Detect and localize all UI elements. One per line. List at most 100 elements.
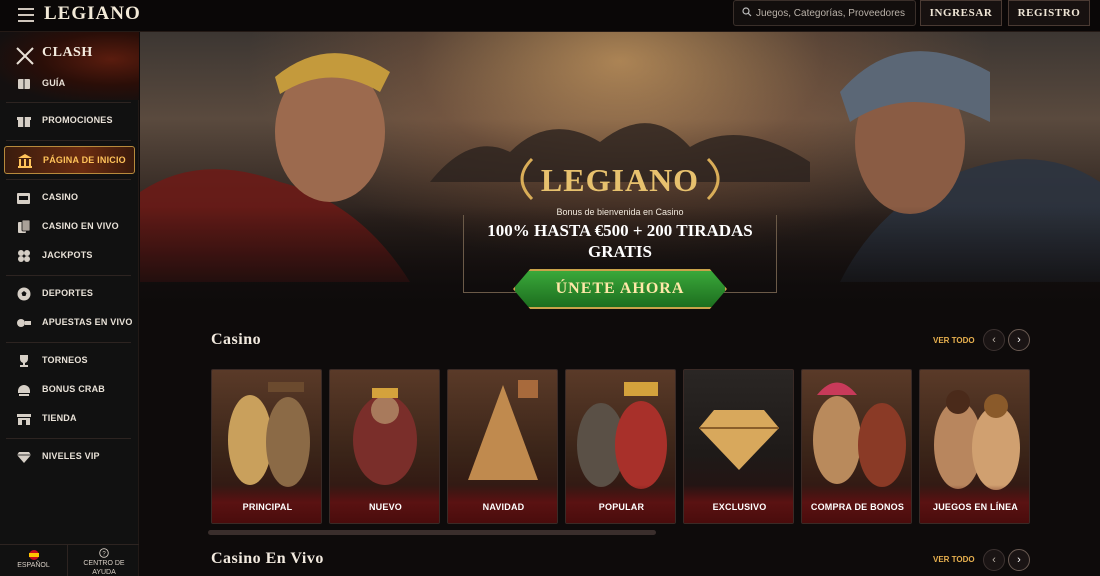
card-label: JUEGOS EN LÍNEA (932, 502, 1018, 512)
chevron-left-icon: ‹ (992, 554, 996, 566)
chevron-left-icon: ‹ (992, 334, 996, 346)
carousel-scrollbar[interactable] (208, 530, 656, 535)
card-artwork (813, 382, 906, 487)
slot-machine-icon (17, 193, 30, 204)
divider (6, 140, 131, 141)
casino-see-all-link[interactable]: VER TODO (933, 336, 975, 345)
join-now-button[interactable]: ÚNETE AHORA (513, 269, 727, 309)
sidebar-item-casino[interactable]: CASINO (0, 186, 139, 210)
sidebar-item-guide[interactable]: GUÍA (0, 72, 139, 96)
gift-icon (17, 117, 31, 127)
card-artwork (699, 410, 779, 470)
sidebar-item-label: JACKPOTS (42, 250, 93, 260)
sidebar-item-shop[interactable]: TIENDA (0, 407, 139, 431)
chevron-right-icon: › (1017, 334, 1021, 346)
card-artwork (468, 380, 538, 480)
sidebar-item-jackpots[interactable]: JACKPOTS (0, 244, 139, 268)
hero-logo: LEGIANO (540, 162, 700, 198)
hero-promo: 100% HASTA €500 + 200 TIRADAS GRATIS (470, 220, 770, 262)
shop-icon (17, 414, 31, 425)
hero-banner: LEGIANO Bonus de bienvenida en Casino 10… (140, 32, 1100, 322)
category-card-compra-de-bonos[interactable]: COMPRA DE BONOS (801, 369, 912, 524)
divider (6, 342, 131, 343)
sidebar-item-tournaments[interactable]: TORNEOS (0, 349, 139, 373)
card-label: PRINCIPAL (242, 502, 293, 512)
diamond-icon (17, 452, 31, 463)
sidebar-item-label: PROMOCIONES (42, 115, 113, 125)
sidebar-item-label: PÁGINA DE INICIO (43, 155, 126, 165)
sidebar: CLASH GUÍA PROMOCIONES PÁGINA DE INICIO … (0, 32, 139, 576)
sidebar-item-label: DEPORTES (42, 288, 94, 298)
search-icon (742, 7, 752, 17)
category-card-popular[interactable]: POPULAR (565, 369, 676, 524)
clover-icon (18, 250, 30, 262)
help-label-line2: AYUDA (92, 569, 116, 576)
sidebar-item-vip-levels[interactable]: NIVELES VIP (0, 445, 139, 469)
search-input[interactable] (756, 4, 911, 22)
hero-subtitle: Bonus de bienvenida en Casino (556, 207, 684, 217)
card-artwork (577, 382, 667, 489)
card-artwork (228, 382, 310, 487)
spain-flag-icon (28, 550, 39, 560)
site-logo[interactable]: LEGIANO (44, 3, 141, 25)
casino-prev-button[interactable]: ‹ (983, 329, 1005, 351)
help-label-line1: CENTRO DE (83, 560, 125, 567)
book-icon (18, 79, 30, 89)
divider (6, 438, 131, 439)
crossed-swords-icon (16, 47, 34, 65)
ball-icon (17, 287, 31, 301)
promo-line-2: GRATIS (588, 242, 652, 261)
live-casino-prev-button[interactable]: ‹ (983, 549, 1005, 571)
sidebar-item-bonus-crab[interactable]: BONUS CRAB (0, 378, 139, 402)
help-center-link[interactable]: ? CENTRO DE AYUDA (69, 545, 139, 576)
sidebar-footer: ESPAÑOL ? CENTRO DE AYUDA (0, 544, 139, 576)
card-label: COMPRA DE BONOS (810, 502, 905, 512)
live-casino-next-button[interactable]: › (1008, 549, 1030, 571)
sidebar-item-live-betting[interactable]: APUESTAS EN VIVO (0, 311, 139, 335)
category-card-nuevo[interactable]: NUEVO (329, 369, 440, 524)
sidebar-item-promotions[interactable]: PROMOCIONES (0, 109, 139, 133)
casino-next-button[interactable]: › (1008, 329, 1030, 351)
sidebar-item-label: CASINO (42, 192, 79, 202)
language-label: ESPAÑOL (17, 562, 50, 569)
divider (6, 179, 131, 180)
cards-icon (18, 219, 31, 233)
live-casino-see-all-link[interactable]: VER TODO (933, 555, 975, 564)
card-artwork (353, 388, 417, 485)
card-label: NAVIDAD (482, 502, 525, 512)
sidebar-item-label: APUESTAS EN VIVO (42, 317, 133, 327)
sidebar-item-sports[interactable]: DEPORTES (0, 282, 139, 306)
svg-text:?: ? (102, 551, 106, 557)
card-label: NUEVO (368, 502, 402, 512)
sidebar-item-label: GUÍA (42, 78, 66, 88)
menu-icon[interactable] (18, 8, 34, 22)
language-selector[interactable]: ESPAÑOL (0, 545, 68, 576)
clash-label: CLASH (42, 45, 93, 60)
sidebar-item-home[interactable]: PÁGINA DE INICIO (4, 146, 135, 174)
login-button[interactable]: INGRESAR (920, 0, 1002, 26)
help-icon: ? (99, 548, 109, 558)
temple-icon (18, 154, 32, 168)
divider (6, 275, 131, 276)
sidebar-item-label: CASINO EN VIVO (42, 221, 119, 231)
live-casino-section-title: Casino En Vivo (211, 550, 324, 567)
sidebar-item-label: NIVELES VIP (42, 451, 100, 461)
live-bet-icon (17, 319, 31, 327)
sidebar-item-live-casino[interactable]: CASINO EN VIVO (0, 215, 139, 239)
register-button[interactable]: REGISTRO (1008, 0, 1090, 26)
sidebar-item-label: BONUS CRAB (42, 384, 106, 394)
sidebar-item-label: TIENDA (42, 413, 77, 423)
card-artwork (934, 390, 1020, 490)
claw-icon (18, 385, 30, 396)
category-card-navidad[interactable]: NAVIDAD (447, 369, 558, 524)
trophy-icon (20, 355, 28, 367)
casino-section-title: Casino (211, 331, 262, 348)
sidebar-item-label: TORNEOS (42, 355, 88, 365)
category-card-exclusivo[interactable]: EXCLUSIVO (683, 369, 794, 524)
search-box[interactable] (733, 0, 916, 26)
category-card-principal[interactable]: PRINCIPAL (211, 369, 322, 524)
card-label: EXCLUSIVO (712, 502, 767, 512)
divider (6, 102, 131, 103)
category-card-juegos-en-linea[interactable]: JUEGOS EN LÍNEA (919, 369, 1030, 524)
card-label: POPULAR (598, 502, 645, 512)
